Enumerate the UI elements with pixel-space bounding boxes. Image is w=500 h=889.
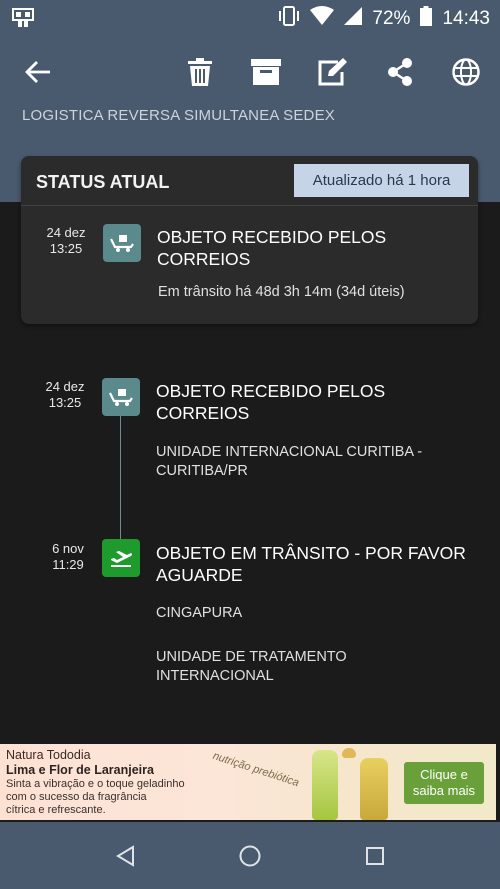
event-title-line: OBJETO RECEBIDO PELOS: [156, 381, 386, 401]
event-title-line: CORREIOS: [157, 249, 251, 269]
ad-product: Lima e Flor de Laranjeira: [6, 763, 154, 777]
event-unit-line: INTERNACIONAL: [156, 668, 274, 684]
back-arrow-icon[interactable]: [22, 56, 54, 88]
product-bottle-image: [312, 750, 338, 820]
product-bottle-image: [360, 758, 388, 820]
clock: 14:43: [442, 7, 490, 29]
event-title-line: OBJETO RECEBIDO PELOS: [157, 227, 387, 247]
event-location: CINGAPURA: [156, 605, 243, 621]
vibrate-icon: [278, 6, 300, 31]
trash-icon[interactable]: [184, 56, 216, 88]
ad-cta-line: saiba mais: [412, 783, 476, 798]
page-subtitle: LOGISTICA REVERSA SIMULTANEA SEDEX: [22, 107, 336, 124]
transit-duration: Em trânsito há 48d 3h 14m (34d úteis): [158, 284, 405, 300]
event-date: 24 dez 13:25: [36, 225, 96, 257]
event-location-line: UNIDADE INTERNACIONAL CURITIBA -: [156, 444, 423, 460]
bottle-cap-image: [342, 748, 356, 758]
notification-icon: [12, 8, 34, 33]
ad-description-line: Sinta a vibração e o toque geladinho: [6, 778, 185, 790]
ad-brand: Natura Tododia: [6, 748, 91, 762]
nav-back-icon[interactable]: [112, 842, 140, 870]
event-date: 6 nov 11:29: [38, 541, 98, 573]
card-title: STATUS ATUAL: [36, 172, 170, 192]
status-card: STATUS ATUAL Atualizado há 1 hora 24 dez…: [21, 156, 478, 324]
event-day: 24 dez: [45, 379, 85, 394]
ad-cta-line: Clique e: [420, 767, 468, 782]
event-title-line: CORREIOS: [156, 403, 250, 423]
battery-percent: 72%: [372, 7, 411, 29]
event-title: OBJETO RECEBIDO PELOS CORREIOS: [156, 380, 385, 424]
event-time: 13:25: [49, 241, 83, 256]
ad-description-line: com o sucesso da fragrância: [6, 791, 147, 803]
event-date: 24 dez 13:25: [35, 379, 95, 411]
nav-recents-icon[interactable]: [361, 842, 389, 870]
globe-icon[interactable]: [450, 56, 482, 88]
updated-badge: Atualizado há 1 hora: [294, 164, 469, 197]
nav-home-icon[interactable]: [236, 842, 264, 870]
event-location-line: CURITIBA/PR: [156, 463, 248, 479]
status-bar: 72% 14:43: [0, 0, 500, 36]
wifi-icon: [310, 6, 335, 31]
event-unit-line: UNIDADE DE TRATAMENTO: [156, 649, 347, 665]
event-title-line: AGUARDE: [156, 565, 243, 585]
event-title: OBJETO RECEBIDO PELOS CORREIOS: [157, 226, 386, 270]
edit-icon[interactable]: [317, 56, 349, 88]
event-title: OBJETO EM TRÂNSITO - POR FAVOR AGUARDE: [156, 542, 466, 586]
event-location: UNIDADE INTERNACIONAL CURITIBA - CURITIB…: [156, 443, 422, 481]
ad-tagline: nutrição prebiótica: [211, 750, 301, 790]
event-unit: UNIDADE DE TRATAMENTO INTERNACIONAL: [156, 648, 347, 686]
system-nav-bar: [0, 822, 500, 889]
ad-description-line: cítrica e refrescante.: [6, 804, 106, 816]
share-icon[interactable]: [384, 56, 416, 88]
signal-icon: [344, 7, 363, 30]
event-title-line: OBJETO EM TRÂNSITO - POR FAVOR: [156, 543, 466, 563]
battery-icon: [420, 6, 433, 31]
plane-takeoff-icon: [102, 539, 140, 577]
archive-icon[interactable]: [250, 56, 282, 88]
timeline-connector: [120, 416, 121, 540]
ad-banner[interactable]: Natura Tododia Lima e Flor de Laranjeira…: [0, 744, 496, 820]
event-day: 6 nov: [52, 541, 84, 556]
event-day: 24 dez: [46, 225, 86, 240]
event-time: 11:29: [52, 557, 84, 572]
ad-cta-button[interactable]: Clique e saiba mais: [404, 762, 484, 804]
truck-box-icon: [102, 378, 140, 416]
truck-box-icon: [103, 224, 141, 262]
card-divider: [21, 205, 478, 206]
ad-description: Sinta a vibração e o toque geladinho com…: [6, 778, 216, 817]
event-time: 13:25: [48, 395, 82, 410]
